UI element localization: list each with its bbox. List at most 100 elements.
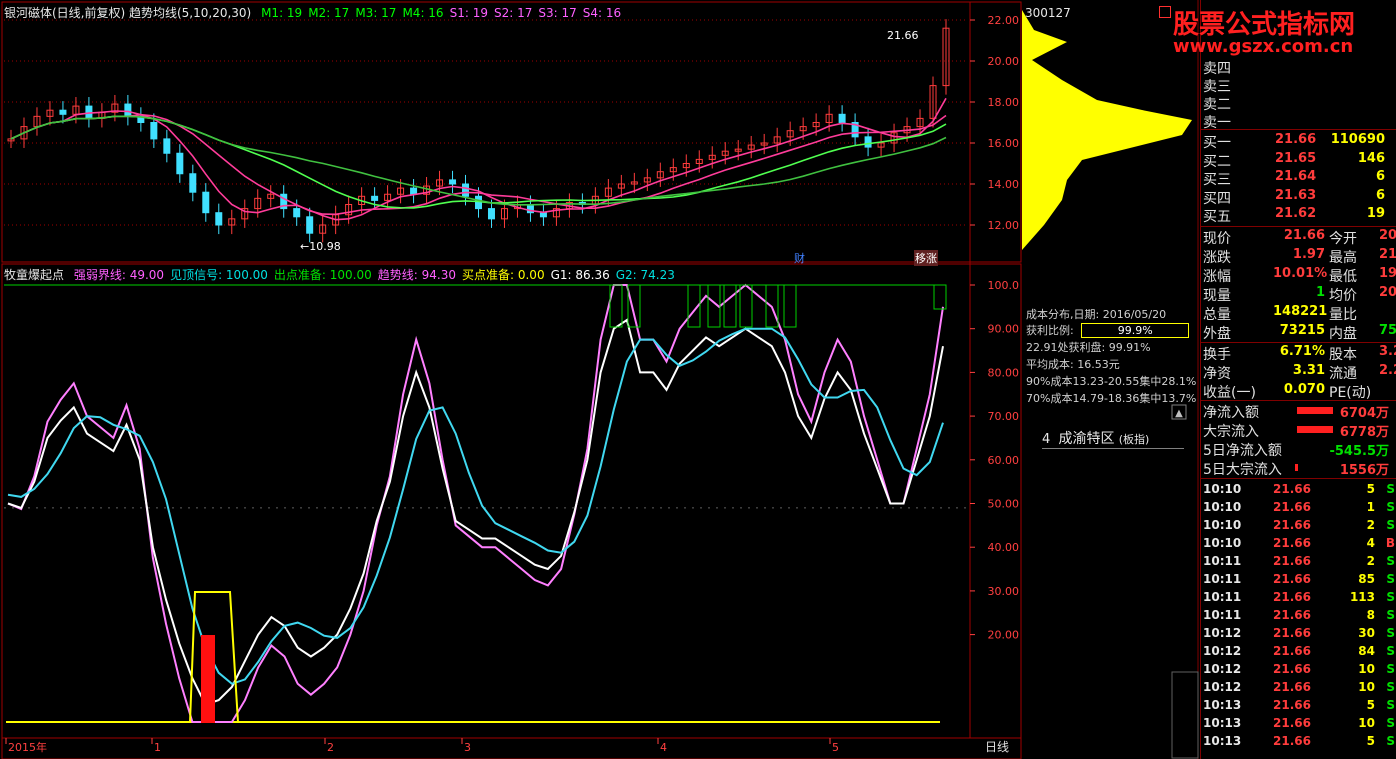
indicator-line: [7, 283, 944, 723]
flow-row: 5日大宗流入 1556万: [1203, 462, 1389, 478]
candle: [371, 195, 379, 201]
flow-row: 净流入额 6704万: [1203, 405, 1389, 421]
cost70: 70%成本14.79-18.36集中13.7%: [1026, 392, 1197, 405]
candle: [462, 183, 470, 197]
stock-code: 300127: [1025, 6, 1071, 20]
indicator-tick: 50.00: [988, 498, 1020, 511]
indicator-legend-item: 强弱界线: 49.00: [73, 268, 165, 282]
tick-row: 10:12 21.66 30 S: [1203, 626, 1395, 640]
indicator-tick: 40.00: [988, 541, 1020, 554]
indicator-legend-item: G2: 74.23: [615, 268, 675, 282]
indicator-tick: 80.00: [988, 366, 1020, 379]
price-tick: 20.00: [988, 55, 1020, 68]
tick-row: 10:10 21.66 4 B: [1203, 536, 1395, 550]
tick-row: 10:12 21.66 10 S: [1203, 680, 1395, 694]
indicator-panel-frame: [1, 263, 1022, 739]
bid-row: 买三 21.64 6: [1203, 169, 1385, 188]
top-signal-box: [783, 284, 797, 328]
price-tick: 18.00: [988, 96, 1020, 109]
limit-up-badge[interactable]: 移涨: [914, 250, 938, 266]
bid-row: 买二 21.65 146: [1203, 150, 1385, 170]
indicator-tick: 70.00: [988, 410, 1020, 423]
stat-row: 涨跌 1.97 最高 21: [1203, 247, 1396, 266]
candle: [410, 187, 418, 195]
ma-legend-item: M4: 16: [402, 6, 444, 20]
avg-cost: 平均成本: 16.53元: [1026, 358, 1120, 371]
indicator-legend-item: 出点准备: 100.00: [273, 268, 372, 282]
tick-row: 10:11 21.66 2 S: [1203, 554, 1395, 568]
sector-item[interactable]: 4 成渝特区 (板指): [1042, 428, 1184, 449]
chevron-up-icon: ▲: [1175, 408, 1183, 419]
stat-row: 涨幅 10.01% 最低 19: [1203, 266, 1396, 285]
tick-row: 10:12 21.66 84 S: [1203, 644, 1395, 658]
tick-row: 10:13 21.66 10 S: [1203, 716, 1395, 730]
tick-row: 10:11 21.66 85 S: [1203, 572, 1395, 586]
ma-legend-item: S4: 16: [582, 6, 622, 20]
stat-row: 现价 21.66 今开 20: [1203, 228, 1396, 247]
candle: [539, 212, 547, 218]
candle: [864, 136, 872, 148]
candle: [487, 208, 495, 220]
period-selector[interactable]: 日线: [985, 740, 1009, 754]
xaxis-label: 2: [327, 741, 334, 754]
top-signal-box: [723, 284, 737, 328]
finance-badge[interactable]: 财: [794, 250, 805, 266]
low-price-label: ←10.98: [300, 240, 341, 253]
xaxis-label: 5: [832, 741, 839, 754]
flow-row: 5日净流入额 -545.5万: [1203, 443, 1389, 459]
candle: [189, 173, 197, 193]
ma-legend-item: M1: 19: [261, 6, 303, 20]
scrollbar[interactable]: [1171, 671, 1199, 759]
stat-row: 收益(一) 0.070 PE(动): [1203, 382, 1372, 401]
stat-row: 总量 148221 量比: [1203, 304, 1357, 323]
indicator-line: [7, 327, 944, 685]
tick-row: 10:11 21.66 113 S: [1203, 590, 1395, 604]
xaxis-label: 3: [464, 741, 471, 754]
buy-signal-bar: [201, 635, 215, 723]
indicator-tick: 30.00: [988, 585, 1020, 598]
tick-row: 10:10 21.66 2 S: [1203, 518, 1395, 532]
indicator-line: [7, 318, 944, 706]
tick-row: 10:13 21.66 5 S: [1203, 698, 1395, 712]
candle: [449, 179, 457, 185]
chart-title: 银河磁体(日线,前复权) 趋势均线(5,10,20,30): [4, 6, 252, 20]
profit-ratio: 获利比例: 99.9%: [1026, 322, 1190, 338]
indicator-title: 牧童爆起点: [4, 268, 65, 282]
tick-row: 10:11 21.66 8 S: [1203, 608, 1395, 622]
watermark-url: www.gszx.com.cn: [1173, 36, 1354, 57]
stat-row: 净资3.31流通2.2: [1203, 363, 1396, 382]
tick-row: 10:13 21.66 5 S: [1203, 734, 1395, 748]
profit-line: 22.91处获利盘: 99.91%: [1026, 341, 1151, 354]
indicator-tick: 60.00: [988, 454, 1020, 467]
window-icon[interactable]: [1159, 6, 1171, 18]
candle: [838, 113, 846, 124]
price-tick: 12.00: [988, 219, 1020, 232]
ask-row: 卖二: [1203, 97, 1231, 113]
candle: [293, 208, 301, 218]
ma-legend-item: S1: 19: [449, 6, 488, 20]
tick-row: 10:12 21.66 10 S: [1203, 662, 1395, 676]
top-signal-box: [739, 284, 753, 328]
xaxis-label: 4: [660, 741, 667, 754]
stat-row: 外盘 73215 内盘 75: [1203, 323, 1396, 342]
candle: [215, 212, 223, 226]
tick-row: 10:10 21.66 1 S: [1203, 500, 1395, 514]
candle: [59, 109, 67, 115]
indicator-legend-item: 见顶信号: 100.00: [170, 268, 268, 282]
top-signal-box: [627, 284, 641, 328]
ma-legend-item: S3: 17: [538, 6, 577, 20]
stat-row: 现量 1 均价 20: [1203, 285, 1396, 304]
high-price-label: 21.66: [887, 29, 919, 42]
indicator-legend-item: G1: 86.36: [550, 268, 610, 282]
candle: [124, 103, 132, 117]
ma-legend-item: M2: 17: [308, 6, 350, 20]
indicator-tick: 20.00: [988, 629, 1020, 642]
cost-distribution-shape: [1022, 10, 1192, 250]
main-chart[interactable]: 22.00 20.00 18.00 16.00 14.00 12.00 100.0 90.0…: [0, 0, 1022, 759]
indicator-tick: 90.00: [988, 323, 1020, 336]
price-panel-header: 银河磁体(日线,前复权) 趋势均线(5,10,20,30) M1: 19 M2: …: [4, 4, 633, 21]
price-tick: 14.00: [988, 178, 1020, 191]
flow-row: 大宗流入 6778万: [1203, 424, 1389, 440]
bid-row: 买五 21.62 19: [1203, 206, 1385, 225]
stat-row: 换手6.71%股本3.2: [1203, 344, 1396, 363]
